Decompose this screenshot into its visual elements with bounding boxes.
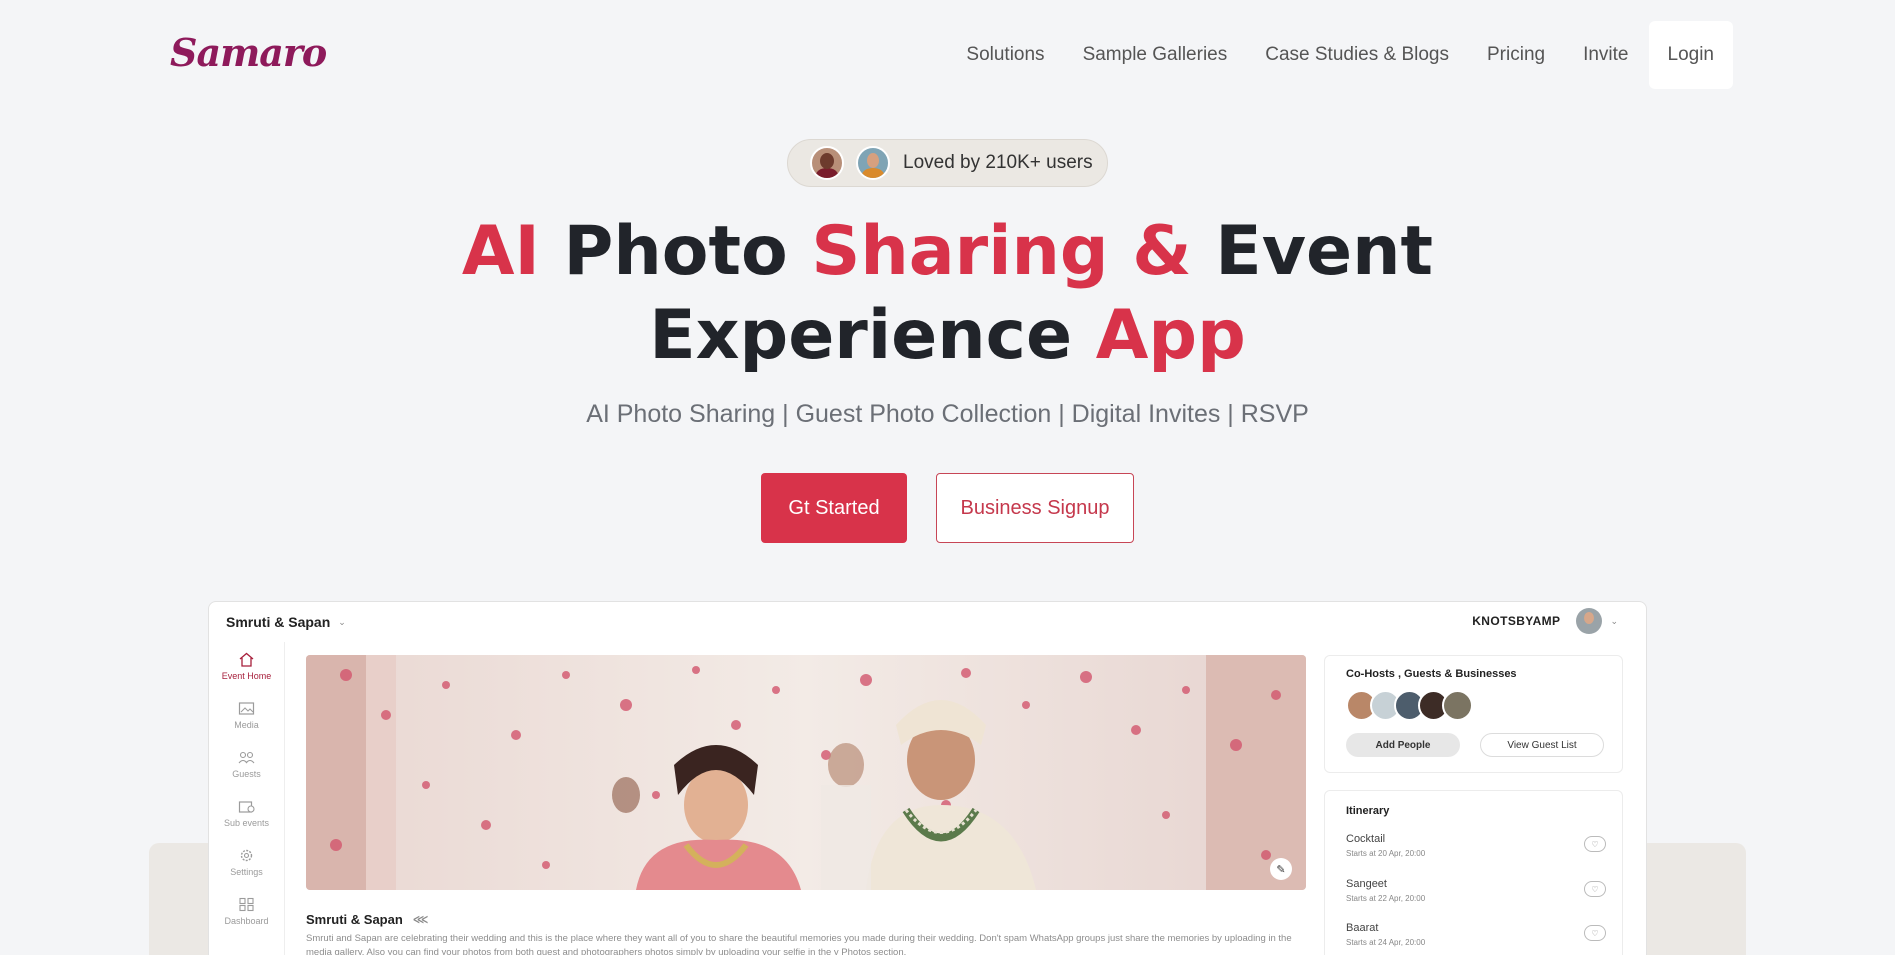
sidebar-item-label: Event Home <box>221 671 272 681</box>
event-selector[interactable]: Smruti & Sapan <box>226 614 330 630</box>
account-area: KNOTSBYAMP ⌄ <box>1472 608 1618 634</box>
nav-link-case-studies[interactable]: Case Studies & Blogs <box>1246 21 1468 89</box>
sidebar-item-media[interactable]: Media <box>209 691 284 740</box>
login-button[interactable]: Login <box>1648 21 1733 89</box>
app-sidebar: Event Home Media Guests Sub events Setti… <box>209 642 285 955</box>
heart-icon[interactable]: ♡ <box>1584 836 1606 852</box>
add-people-button[interactable]: Add People <box>1346 733 1460 757</box>
headline-part: AI <box>461 212 540 291</box>
edit-icon[interactable]: ✎ <box>1270 858 1292 880</box>
headline-part: Sharing & <box>811 212 1192 291</box>
event-title: Smruti & Sapan ⋘ <box>306 912 428 927</box>
view-guest-list-button[interactable]: View Guest List <box>1480 733 1604 757</box>
get-started-button[interactable]: Gt Started <box>761 473 907 543</box>
chevron-down-icon[interactable]: ⌄ <box>338 617 346 628</box>
sidebar-item-settings[interactable]: Settings <box>209 838 284 887</box>
app-preview: Smruti & Sapan ⌄ KNOTSBYAMP ⌄ Event Home… <box>208 601 1647 955</box>
card-title: Co-Hosts , Guests & Businesses <box>1346 668 1517 680</box>
itinerary-name: Cocktail <box>1346 833 1386 845</box>
brand-name: KNOTSBYAMP <box>1472 614 1561 628</box>
app-header: Smruti & Sapan ⌄ <box>209 602 1646 642</box>
business-signup-button[interactable]: Business Signup <box>936 473 1134 543</box>
event-cover-photo: ✎ <box>306 655 1306 890</box>
avatar[interactable] <box>1576 608 1603 634</box>
sidebar-item-dashboard[interactable]: Dashboard <box>209 887 284 936</box>
sidebar-item-label: Sub events <box>223 818 270 828</box>
page-title: AI Photo Sharing & Event Experience App <box>0 210 1895 378</box>
sidebar-item-label: Settings <box>230 867 263 877</box>
sidebar-item-guests[interactable]: Guests <box>209 740 284 789</box>
share-icon[interactable]: ⋘ <box>413 913 429 926</box>
avatar[interactable] <box>1442 690 1473 721</box>
nav-link-invite[interactable]: Invite <box>1564 21 1647 89</box>
nav-link-solutions[interactable]: Solutions <box>947 21 1063 89</box>
gear-icon <box>240 849 253 862</box>
itinerary-item[interactable]: Baarat Starts at 24 Apr, 20:00 ♡ <box>1346 922 1606 947</box>
sidebar-item-sub-events[interactable]: Sub events <box>209 789 284 838</box>
badge-text: Loved by 210K+ users <box>903 152 1093 173</box>
image-icon <box>238 702 255 715</box>
people-avatars <box>1346 690 1473 721</box>
top-nav: Samaro Solutions Sample Galleries Case S… <box>0 0 1895 112</box>
nav-link-sample-galleries[interactable]: Sample Galleries <box>1064 21 1247 89</box>
avatar <box>810 146 844 180</box>
itinerary-card: Itinerary Cocktail Starts at 20 Apr, 20:… <box>1324 790 1623 955</box>
cohosts-card: Co-Hosts , Guests & Businesses Add Peopl… <box>1324 655 1623 773</box>
itinerary-time: Starts at 22 Apr, 20:00 <box>1346 894 1426 903</box>
sidebar-item-event-home[interactable]: Event Home <box>209 642 284 691</box>
sidebar-item-label: Guests <box>232 769 261 779</box>
itinerary-item[interactable]: Sangeet Starts at 22 Apr, 20:00 ♡ <box>1346 878 1606 903</box>
itinerary-name: Sangeet <box>1346 878 1387 890</box>
nav-links: Solutions Sample Galleries Case Studies … <box>947 21 1733 89</box>
heart-icon[interactable]: ♡ <box>1584 881 1606 897</box>
heart-icon[interactable]: ♡ <box>1584 925 1606 941</box>
headline-part: Photo <box>539 212 812 291</box>
event-title-text: Smruti & Sapan <box>306 912 403 927</box>
wedding-photo-illustration <box>306 655 1306 890</box>
headline-part: Event <box>1191 212 1434 291</box>
card-title: Itinerary <box>1346 805 1390 817</box>
nav-link-pricing[interactable]: Pricing <box>1468 21 1564 89</box>
chevron-down-icon[interactable]: ⌄ <box>1610 616 1618 627</box>
grid-icon <box>239 897 254 912</box>
event-description: Smruti and Sapan are celebrating their w… <box>306 933 1292 955</box>
logo[interactable]: Samaro <box>170 30 327 75</box>
home-icon <box>239 652 254 667</box>
social-proof-badge: Loved by 210K+ users <box>787 139 1108 187</box>
sidebar-item-label: Media <box>234 720 259 730</box>
users-icon <box>238 751 255 764</box>
itinerary-time: Starts at 24 Apr, 20:00 <box>1346 938 1426 947</box>
itinerary-name: Baarat <box>1346 922 1379 934</box>
hero-subtitle: AI Photo Sharing | Guest Photo Collectio… <box>586 400 1309 428</box>
itinerary-item[interactable]: Cocktail Starts at 20 Apr, 20:00 ♡ <box>1346 833 1606 858</box>
itinerary-time: Starts at 20 Apr, 20:00 <box>1346 849 1426 858</box>
sidebar-item-label: Dashboard <box>224 916 269 926</box>
headline-part: Experience <box>649 296 1096 375</box>
calendar-icon <box>238 801 255 813</box>
avatar <box>856 146 890 180</box>
headline-part: App <box>1095 296 1246 375</box>
